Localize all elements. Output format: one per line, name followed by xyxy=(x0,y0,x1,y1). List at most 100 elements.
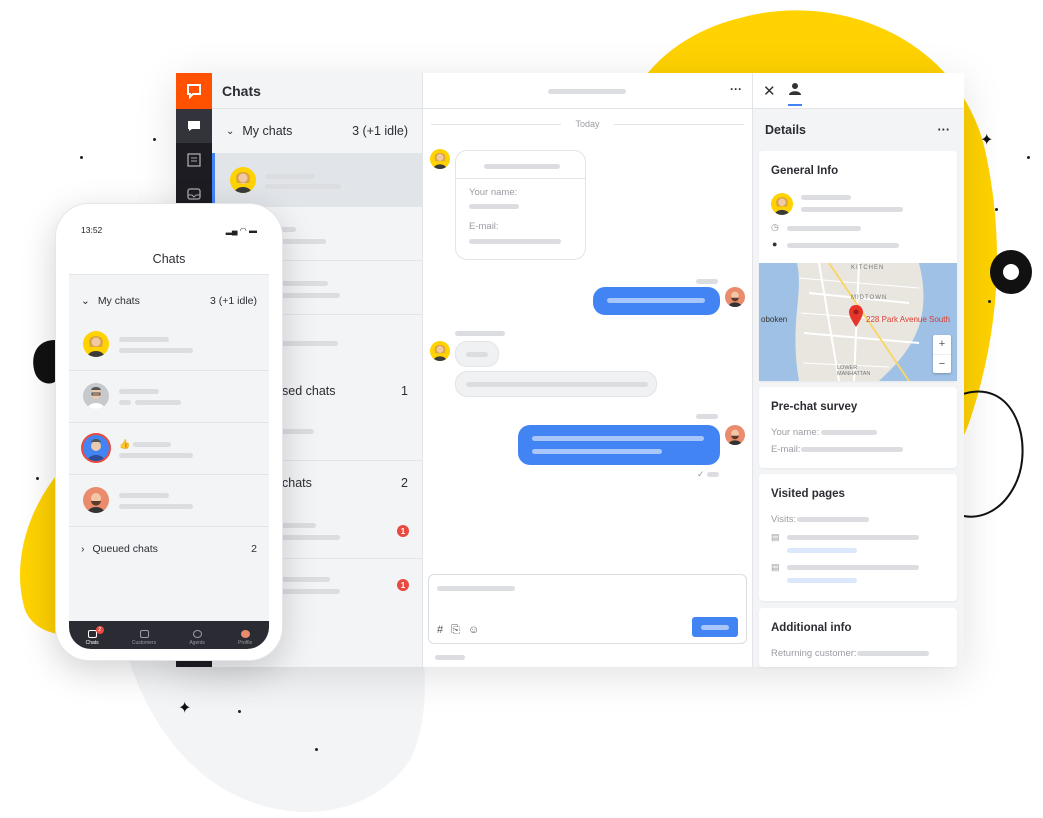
customer-message-bubble xyxy=(455,371,657,397)
mobile-my-chats-section[interactable]: ⌄ My chats 3 (+1 idle) xyxy=(69,283,269,319)
returning-customer-label: Returning customer: xyxy=(771,648,857,659)
decor-dot xyxy=(1027,156,1030,159)
tab-chats[interactable]: Chats 2 xyxy=(85,626,104,646)
mobile-chat-item[interactable] xyxy=(69,475,269,527)
location-pin-icon: ● xyxy=(772,239,778,249)
map-label: KITCHEN xyxy=(851,265,885,271)
prechat-email-label: E-mail: xyxy=(771,444,801,455)
chevron-right-icon: › xyxy=(81,543,85,555)
paused-chats-count: 1 xyxy=(401,384,408,398)
brand-logo-icon[interactable] xyxy=(176,73,212,109)
avatar xyxy=(430,149,450,169)
mobile-queued-chats-count: 2 xyxy=(251,543,257,555)
curve-line-right xyxy=(959,390,1024,518)
tab-label: Profile xyxy=(238,640,253,646)
chat-list-item[interactable] xyxy=(212,153,422,207)
visits-label: Visits: xyxy=(771,514,797,525)
mobile-screen: 13:52 ▂▄ ◠ ▬ Chats ⌄ My chats 3 (+1 idle) xyxy=(69,217,269,649)
conversation-panel: ··· Today Your name: E-mail: ✓ # ⎘ ☺ xyxy=(423,73,753,667)
map-label: LOWER MANHATTAN xyxy=(837,365,871,377)
tab-customers[interactable]: Customers xyxy=(132,630,156,646)
form-email-label: E-mail: xyxy=(469,221,499,232)
chats-nav-icon[interactable] xyxy=(176,109,212,143)
mobile-queued-chats-section[interactable]: › Queued chats 2 xyxy=(69,531,269,567)
my-chats-count: 3 (+1 idle) xyxy=(352,124,408,138)
chevron-down-icon: ⌄ xyxy=(226,125,235,137)
status-time: 13:52 xyxy=(81,225,103,235)
map-label: MIDTOWN xyxy=(851,295,888,301)
location-map[interactable]: oboken MIDTOWN LOWER MANHATTAN KITCHEN 2… xyxy=(759,263,957,381)
unread-badge: 1 xyxy=(397,525,409,537)
mobile-page-title: Chats xyxy=(69,243,269,275)
send-button[interactable] xyxy=(692,617,738,637)
archives-nav-icon[interactable] xyxy=(176,143,212,177)
chat-list-title: Chats xyxy=(212,73,422,109)
mobile-phone-frame: 13:52 ▂▄ ◠ ▬ Chats ⌄ My chats 3 (+1 idle) xyxy=(55,203,283,661)
decor-dot xyxy=(988,300,991,303)
ellipsis-icon[interactable]: ··· xyxy=(938,123,951,137)
close-icon[interactable]: ✕ xyxy=(763,82,776,100)
ellipsis-icon[interactable]: ··· xyxy=(730,82,742,96)
zoom-out-button[interactable]: − xyxy=(933,354,951,373)
prechat-survey-title: Pre-chat survey xyxy=(771,401,858,413)
profile-avatar-icon xyxy=(240,630,250,638)
additional-info-title: Additional info xyxy=(771,622,852,634)
details-title: Details xyxy=(765,123,806,137)
tab-label: Chats xyxy=(85,640,99,646)
customer-profile-icon[interactable] xyxy=(787,82,802,106)
mobile-my-chats-count: 3 (+1 idle) xyxy=(210,295,257,307)
attachment-icon[interactable]: ⎘ xyxy=(451,624,460,637)
unread-badge: 1 xyxy=(397,579,409,591)
decor-dot xyxy=(153,138,156,141)
visited-pages-card: Visited pages Visits: ▤ ▤ xyxy=(759,474,957,601)
decor-dot xyxy=(315,748,318,751)
mobile-tab-bar: Chats 2 Customers Agents Profile xyxy=(69,621,269,649)
sparkle-icon: ✦ xyxy=(980,130,994,149)
hashtag-icon[interactable]: # xyxy=(437,624,443,637)
my-chats-label: My chats xyxy=(242,124,293,138)
location-marker-icon xyxy=(849,305,863,332)
page-icon: ▤ xyxy=(771,562,780,572)
emoji-icon[interactable]: ☺ xyxy=(468,624,479,637)
decor-dot xyxy=(80,156,83,159)
mobile-queued-chats-label: Queued chats xyxy=(92,543,158,555)
visited-pages-title: Visited pages xyxy=(771,488,845,500)
details-header: Details ··· xyxy=(753,109,964,151)
clock-icon: ◷ xyxy=(771,222,779,232)
agent-message-bubble xyxy=(518,425,720,465)
tab-profile[interactable]: Profile xyxy=(238,630,252,646)
map-label: oboken xyxy=(761,315,788,324)
date-divider: Today xyxy=(423,119,752,129)
black-ring-right xyxy=(990,250,1032,294)
mobile-chat-item[interactable]: 👍 xyxy=(69,423,269,475)
avatar xyxy=(725,287,745,307)
page-icon: ▤ xyxy=(771,532,780,542)
message-composer[interactable]: # ⎘ ☺ xyxy=(428,574,747,644)
sparkle-icon: ✦ xyxy=(178,698,192,717)
decor-dot xyxy=(995,208,998,211)
zoom-in-button[interactable]: + xyxy=(933,335,951,354)
tab-label: Customers xyxy=(131,640,157,646)
customer-message-bubble xyxy=(455,341,499,367)
agent-message-bubble xyxy=(593,287,720,315)
map-address-label: 228 Park Avenue South xyxy=(866,315,950,324)
tab-badge: 2 xyxy=(95,626,104,634)
details-tabs: ✕ xyxy=(753,73,964,109)
customers-icon xyxy=(139,630,149,638)
general-info-title: General Info xyxy=(771,165,839,177)
additional-info-card: Additional info Returning customer: xyxy=(759,608,957,667)
mobile-chat-item[interactable] xyxy=(69,319,269,371)
composer-toolbar: # ⎘ ☺ xyxy=(437,624,479,637)
tab-label: Agents xyxy=(189,640,205,646)
avatar xyxy=(83,331,109,357)
read-check-icon: ✓ xyxy=(697,469,705,479)
thumbs-up-icon: 👍 xyxy=(119,439,131,449)
agents-icon xyxy=(192,630,202,638)
prechat-survey-card: Pre-chat survey Your name: E-mail: xyxy=(759,387,957,468)
tab-agents[interactable]: Agents xyxy=(189,630,205,646)
mobile-chat-item[interactable] xyxy=(69,371,269,423)
prechat-form-card: Your name: E-mail: xyxy=(455,150,586,260)
general-info-card: General Info ◷ ● oboken MIDTOWN LOWER MA… xyxy=(759,151,957,381)
my-chats-section[interactable]: ⌄ My chats 3 (+1 idle) xyxy=(212,109,422,153)
avatar xyxy=(725,425,745,445)
